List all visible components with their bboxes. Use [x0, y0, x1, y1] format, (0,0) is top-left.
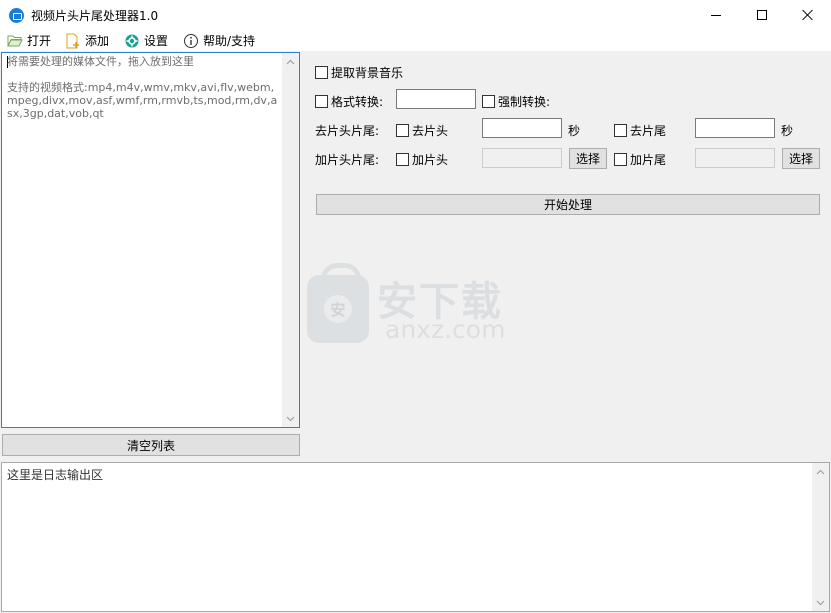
log-output[interactable]: 这里是日志输出区 [1, 462, 830, 612]
file-add-icon [66, 33, 79, 48]
log-scrollbar[interactable] [812, 463, 829, 611]
scroll-up-arrow[interactable] [282, 53, 299, 70]
add-row-label: 加片头片尾: [315, 153, 380, 167]
checkbox-box [614, 153, 627, 166]
watermark-en-text: anxz.com [385, 315, 506, 344]
checkbox-box [482, 95, 495, 108]
chevron-down-icon [816, 600, 825, 605]
scroll-down-arrow[interactable] [812, 594, 829, 611]
remove-tail-label: 去片尾 [630, 124, 667, 138]
close-icon [802, 9, 814, 21]
add-tail-path-input [695, 148, 775, 168]
title-bar: 视频片头片尾处理器1.0 [0, 0, 831, 30]
choose-tail-button[interactable]: 选择 [782, 148, 820, 169]
window-title: 视频片头片尾处理器1.0 [31, 9, 159, 23]
watermark-logo: 安 安下载 anxz.com [307, 263, 527, 345]
remove-tail-seconds-input[interactable] [695, 118, 775, 138]
folder-open-icon [7, 35, 23, 46]
log-text: 这里是日志输出区 [7, 468, 104, 482]
chevron-down-icon [286, 416, 295, 421]
close-button[interactable] [785, 0, 831, 30]
remove-tail-checkbox[interactable]: 去片尾 [614, 122, 666, 139]
add-tail-checkbox[interactable]: 加片尾 [614, 151, 666, 168]
seconds-unit-label: 秒 [781, 124, 794, 138]
menu-help-label: 帮助/支持 [203, 34, 256, 48]
menu-settings-label: 设置 [144, 34, 169, 48]
force-convert-label: 强制转换: [498, 95, 551, 109]
add-head-path-input [482, 148, 562, 168]
minimize-icon [711, 14, 721, 16]
checkbox-box [315, 66, 328, 79]
format-input[interactable] [396, 89, 476, 109]
checkbox-box [614, 124, 627, 137]
menu-add[interactable]: 添加 [65, 31, 109, 50]
gear-icon [125, 34, 139, 47]
add-head-checkbox[interactable]: 加片头 [396, 151, 448, 168]
start-processing-button[interactable]: 开始处理 [316, 194, 820, 215]
remove-head-seconds-input[interactable] [482, 118, 562, 138]
checkbox-box [396, 124, 409, 137]
info-icon [184, 33, 198, 48]
extract-bgm-checkbox[interactable]: 提取背景音乐 [315, 64, 403, 81]
chevron-up-icon [816, 469, 825, 474]
maximize-icon [757, 10, 767, 20]
maximize-button[interactable] [739, 0, 785, 30]
menu-add-label: 添加 [85, 34, 110, 48]
choose-head-button[interactable]: 选择 [569, 148, 607, 169]
file-list-textarea[interactable]: 将需要处理的媒体文件，拖入放到这里 支持的视频格式:mp4,m4v,wmv,mk… [1, 52, 300, 428]
bag-icon: 安 [307, 263, 369, 343]
minimize-button[interactable] [693, 0, 739, 30]
watermark-badge: 安 [324, 295, 352, 323]
add-head-label: 加片头 [412, 153, 449, 167]
app-icon [9, 8, 24, 23]
remove-head-checkbox[interactable]: 去片头 [396, 122, 448, 139]
menu-open[interactable]: 打开 [7, 31, 51, 50]
extract-bgm-label: 提取背景音乐 [331, 66, 404, 80]
menu-settings[interactable]: 设置 [124, 31, 168, 50]
format-convert-checkbox[interactable]: 格式转换: [315, 93, 383, 110]
file-list-hint: 将需要处理的媒体文件，拖入放到这里 支持的视频格式:mp4,m4v,wmv,mk… [7, 55, 278, 120]
remove-row-label: 去片头片尾: [315, 124, 380, 138]
menu-open-label: 打开 [27, 34, 52, 48]
scroll-down-arrow[interactable] [282, 410, 299, 427]
menu-help[interactable]: 帮助/支持 [183, 31, 255, 50]
add-tail-label: 加片尾 [630, 153, 667, 167]
scroll-up-arrow[interactable] [812, 463, 829, 480]
format-convert-label: 格式转换: [331, 95, 384, 109]
seconds-unit-label: 秒 [568, 124, 581, 138]
checkbox-box [396, 153, 409, 166]
checkbox-box [315, 95, 328, 108]
file-list-scrollbar[interactable] [282, 53, 299, 427]
clear-list-button[interactable]: 清空列表 [2, 434, 300, 456]
chevron-up-icon [286, 59, 295, 64]
force-convert-checkbox[interactable]: 强制转换: [482, 93, 550, 110]
menu-bar: 打开 添加 设置 帮助/支持 [0, 30, 831, 51]
remove-head-label: 去片头 [412, 124, 449, 138]
